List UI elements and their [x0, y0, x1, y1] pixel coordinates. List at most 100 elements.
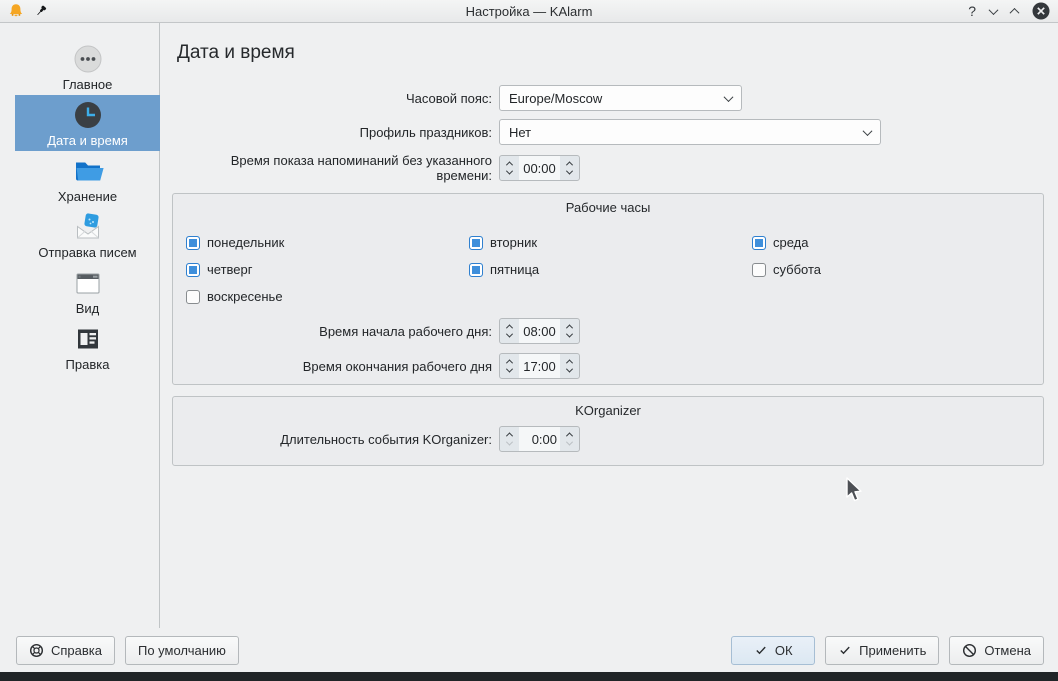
time-value[interactable]: 0:00: [519, 427, 560, 451]
overview-icon: [74, 45, 101, 72]
button-label: Справка: [51, 642, 102, 658]
work-end-spinbox[interactable]: 17:00: [499, 353, 580, 379]
working-hours-group: Рабочие часы понедельник вторник среда ч…: [172, 193, 1044, 385]
day-label: пятница: [490, 262, 540, 277]
date-time-settings-page: Дата и время Часовой пояс: Europe/Moscow…: [160, 23, 1058, 628]
workday-checkbox-wednesday[interactable]: среда: [752, 235, 1043, 250]
checkbox-icon: [186, 262, 200, 277]
checkbox-icon: [186, 289, 200, 304]
help-button[interactable]: Справка: [16, 635, 115, 665]
sidebar-item-label: Дата и время: [47, 132, 128, 148]
defaults-button[interactable]: По умолчанию: [125, 635, 239, 665]
page-title: Дата и время: [177, 42, 295, 63]
maximize-button[interactable]: [1009, 7, 1020, 18]
korganizer-duration-spinbox[interactable]: 0:00: [499, 426, 580, 452]
holiday-profile-combobox[interactable]: Нет: [499, 119, 881, 145]
button-label: ОК: [774, 642, 793, 658]
day-label: четверг: [207, 262, 253, 277]
cancel-button[interactable]: Отмена: [949, 635, 1044, 665]
sidebar-item-main[interactable]: Главное: [15, 39, 160, 95]
checkmark-icon: [840, 646, 850, 655]
checkbox-icon: [186, 235, 200, 250]
minimize-button[interactable]: [988, 4, 999, 15]
window-title: Настройка — KAlarm: [465, 3, 593, 19]
help-titlebar-button[interactable]: ?: [968, 3, 976, 19]
ok-button[interactable]: ОК: [731, 635, 816, 665]
spin-down-button[interactable]: [565, 438, 574, 446]
workday-checkbox-thursday[interactable]: четверг: [186, 262, 469, 277]
sidebar-item-storage[interactable]: Хранение: [15, 151, 160, 207]
sidebar-item-label: Правка: [65, 356, 110, 372]
button-label: Применить: [859, 642, 927, 658]
mail-send-icon: [76, 212, 99, 238]
help-lifebuoy-icon: [29, 643, 44, 657]
sidebar-item-edit[interactable]: Правка: [15, 319, 160, 375]
editor-icon: [77, 329, 98, 348]
apply-button[interactable]: Применить: [825, 635, 940, 665]
button-label: По умолчанию: [138, 642, 226, 658]
time-value[interactable]: 17:00: [519, 354, 560, 378]
kalarm-bell-icon: [9, 4, 23, 17]
clock-icon: [74, 101, 101, 128]
workday-checkbox-saturday[interactable]: суббота: [752, 262, 1043, 277]
sidebar-item-email[interactable]: Отправка писем: [15, 207, 160, 263]
spin-down-button[interactable]: [565, 330, 574, 338]
checkbox-icon: [469, 262, 483, 277]
chevron-down-icon: [862, 125, 873, 136]
pin-icon[interactable]: [34, 4, 48, 18]
default-reminder-time-label: Время показа напоминаний без указанного …: [230, 153, 492, 183]
day-label: вторник: [490, 235, 538, 250]
spin-down-button[interactable]: [505, 330, 514, 338]
time-value[interactable]: 08:00: [519, 319, 560, 343]
spin-down-button[interactable]: [505, 167, 514, 175]
chevron-down-icon: [723, 91, 734, 102]
folder-icon: [75, 162, 104, 180]
sidebar-item-label: Главное: [62, 76, 113, 92]
close-button[interactable]: [1032, 2, 1050, 20]
button-label: Отмена: [984, 642, 1031, 658]
korganizer-group: KOrganizer Длительность события KOrganiz…: [172, 396, 1044, 466]
dialog-button-bar: Справка По умолчанию ОК Применить Отмена: [0, 628, 1058, 672]
checkbox-icon: [469, 235, 483, 250]
work-start-label: Время начала рабочего дня:: [319, 323, 492, 339]
day-label: воскресенье: [207, 289, 283, 304]
sidebar-item-label: Хранение: [57, 188, 118, 204]
checkbox-icon: [752, 262, 766, 277]
work-start-spinbox[interactable]: 08:00: [499, 318, 580, 344]
group-title: Рабочие часы: [565, 200, 651, 215]
workday-checkbox-tuesday[interactable]: вторник: [469, 235, 752, 250]
timezone-value: Europe/Moscow: [509, 90, 603, 106]
checkbox-icon: [752, 235, 766, 250]
group-title: KOrganizer: [575, 403, 641, 418]
mouse-cursor: [846, 477, 862, 502]
workday-checkbox-sunday[interactable]: воскресенье: [186, 289, 469, 304]
settings-category-sidebar: Главное Дата и время Хранение Отправка п…: [0, 23, 160, 628]
holiday-profile-label: Профиль праздников:: [359, 124, 492, 140]
day-label: понедельник: [207, 235, 285, 250]
workday-grid: понедельник вторник среда четверг пятниц…: [186, 235, 1043, 304]
kalarm-settings-window: { "titlebar": { "title": "Настройка — KA…: [0, 0, 1058, 681]
timezone-combobox[interactable]: Europe/Moscow: [499, 85, 742, 111]
spin-down-button[interactable]: [505, 438, 514, 446]
time-value[interactable]: 00:00: [519, 156, 560, 180]
default-reminder-time-spinbox[interactable]: 00:00: [499, 155, 580, 181]
day-label: суббота: [773, 262, 822, 277]
timezone-label: Часовой пояс:: [405, 90, 492, 106]
checkmark-icon: [756, 646, 766, 655]
spin-down-button[interactable]: [565, 365, 574, 373]
work-end-label: Время окончания рабочего дня: [302, 358, 492, 374]
spin-down-button[interactable]: [565, 167, 574, 175]
sidebar-item-date-time[interactable]: Дата и время: [15, 95, 160, 151]
titlebar: Настройка — KAlarm ?: [0, 0, 1058, 23]
cancel-icon: [963, 643, 977, 657]
sidebar-item-view[interactable]: Вид: [15, 263, 160, 319]
sidebar-item-label: Вид: [75, 300, 100, 316]
holiday-profile-value: Нет: [509, 124, 532, 140]
workday-checkbox-monday[interactable]: понедельник: [186, 235, 469, 250]
sidebar-item-label: Отправка писем: [38, 244, 137, 260]
korganizer-duration-label: Длительность события KOrganizer:: [280, 431, 492, 447]
workday-checkbox-friday[interactable]: пятница: [469, 262, 752, 277]
spin-down-button[interactable]: [505, 365, 514, 373]
day-label: среда: [773, 235, 809, 250]
window-bottom-edge: [0, 672, 1058, 681]
